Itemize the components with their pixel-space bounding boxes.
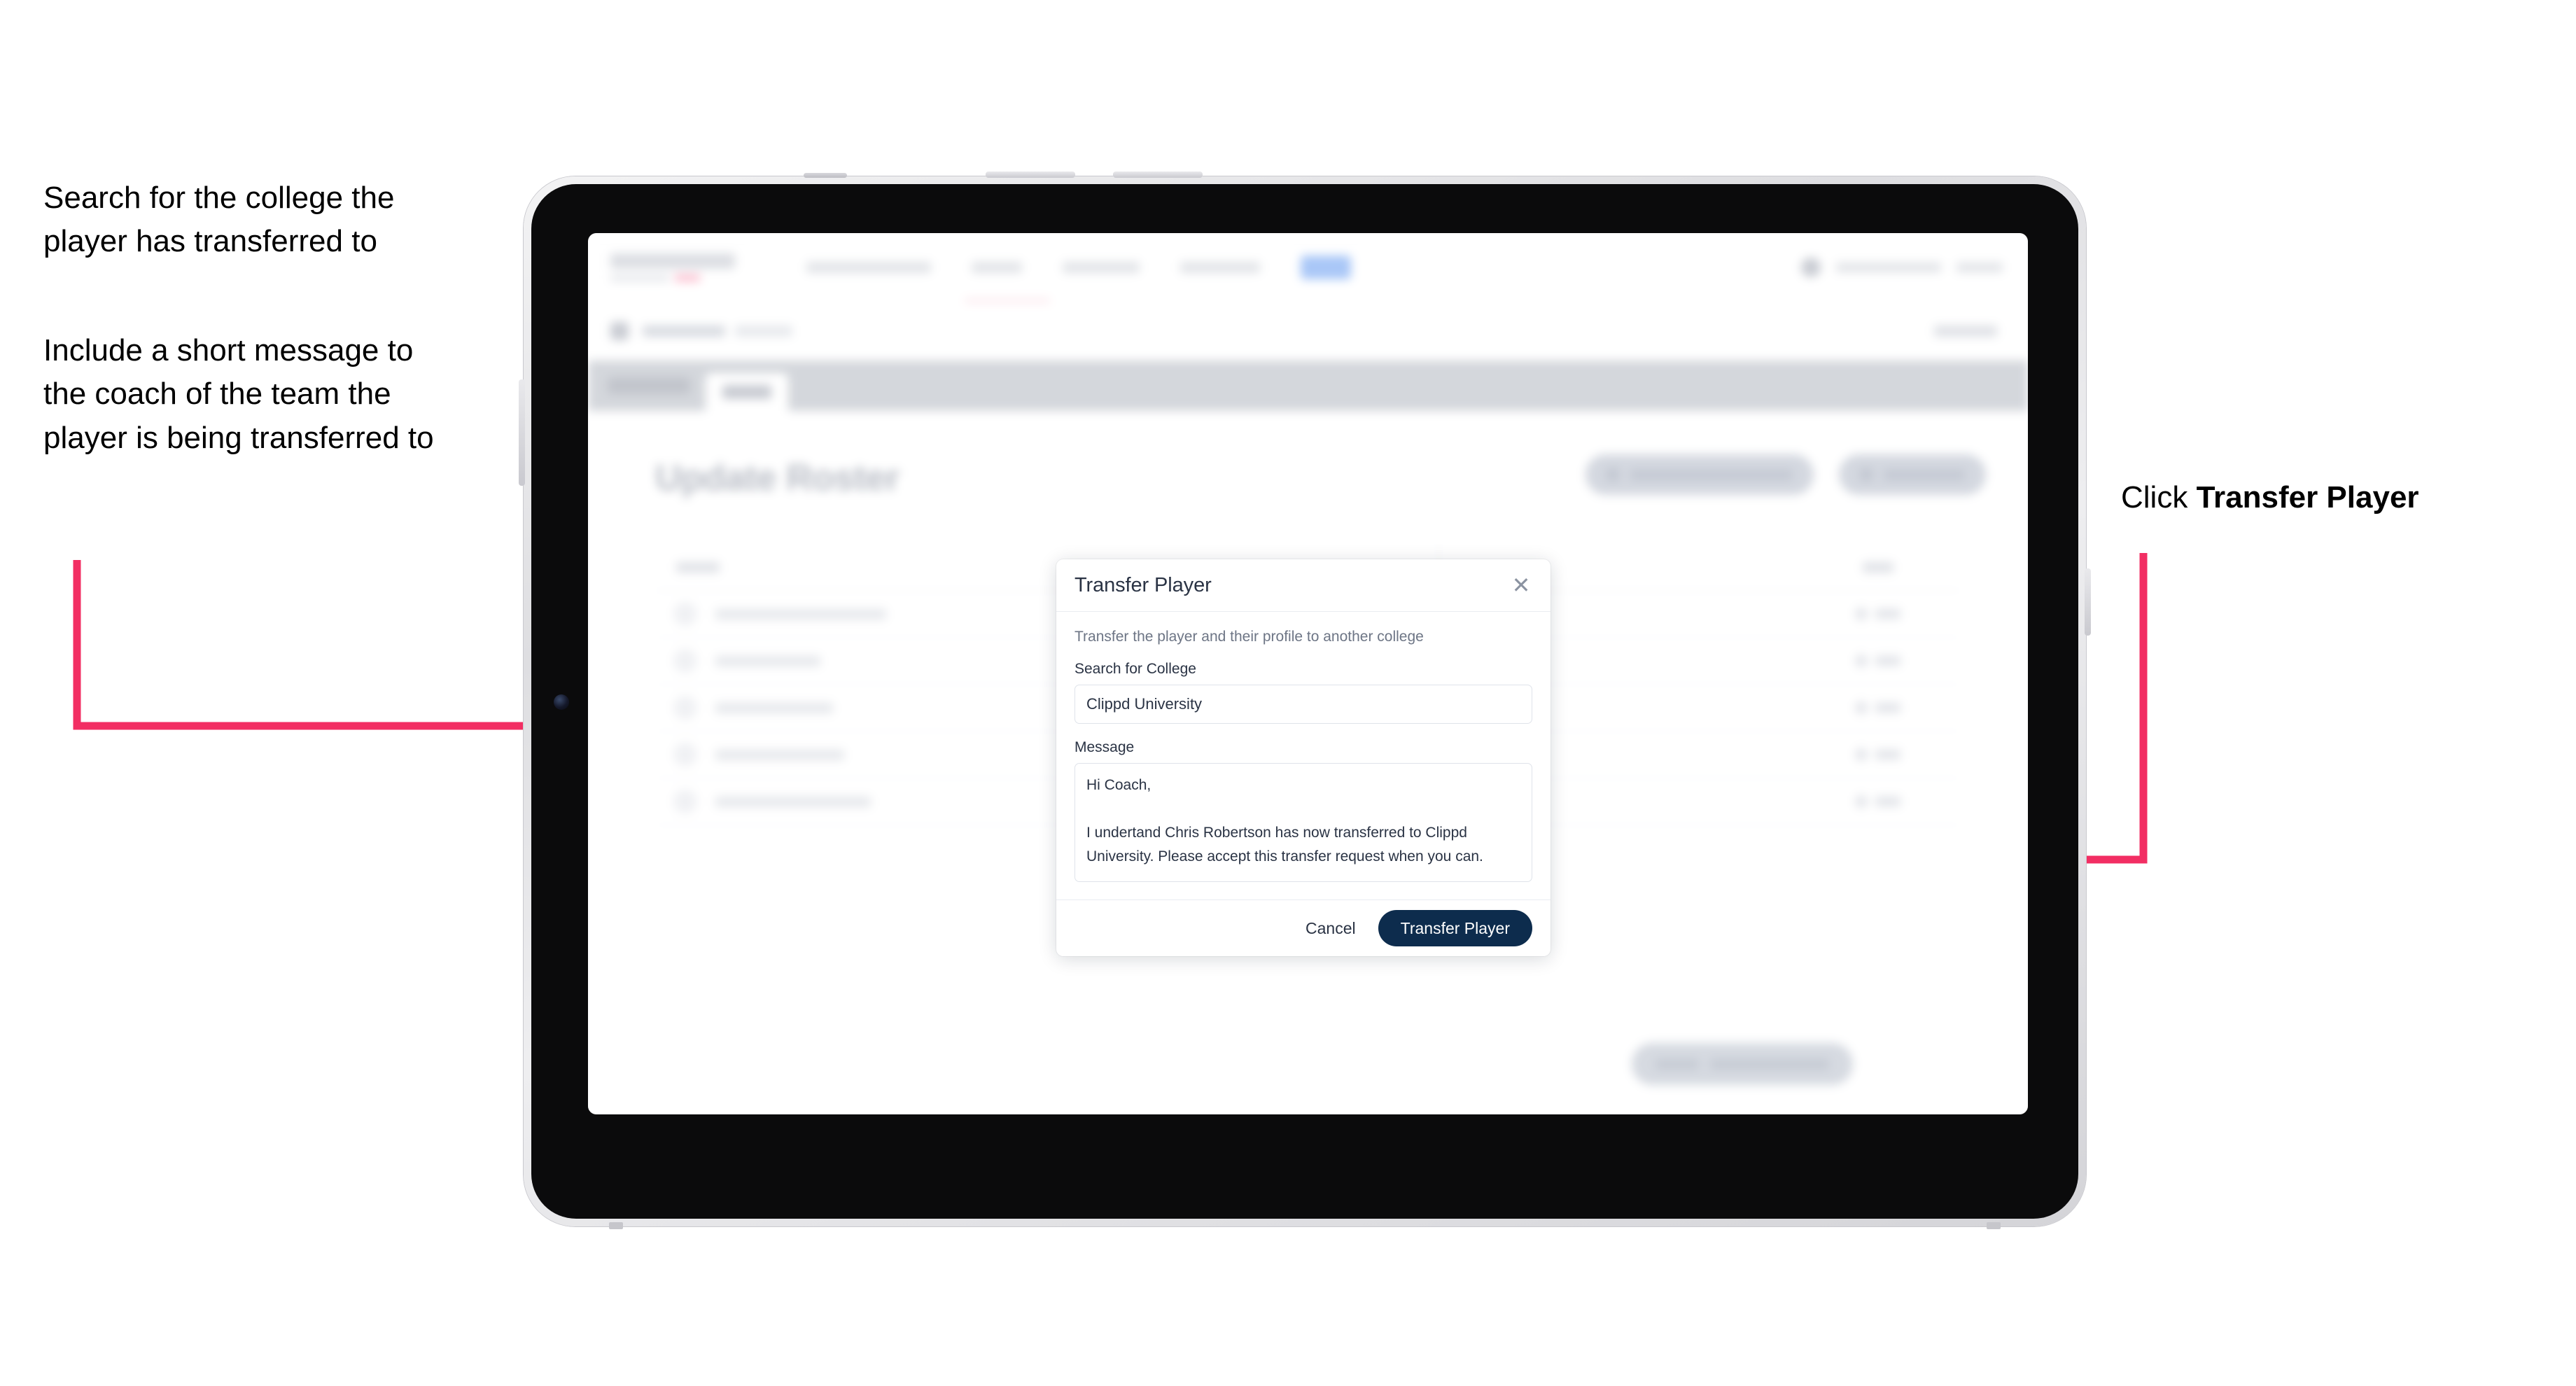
transfer-player-button[interactable]: Transfer Player — [1378, 910, 1532, 946]
cancel-button[interactable]: Cancel — [1301, 913, 1360, 944]
close-icon[interactable]: ✕ — [1508, 574, 1534, 596]
dialog-title: Transfer Player — [1074, 573, 1212, 596]
message-textarea[interactable]: Hi Coach, I undertand Chris Robertson ha… — [1074, 763, 1532, 882]
tablet-screen: Update Roster Transfer Player ✕ Transfer… — [588, 233, 2028, 1114]
message-label: Message — [1074, 739, 1135, 755]
annotation-click-prefix: Click — [2121, 480, 2197, 514]
annotation-click-bold: Transfer Player — [2196, 480, 2419, 514]
annotation-include-message: Include a short message to the coach of … — [43, 333, 434, 455]
dialog-subtitle: Transfer the player and their profile to… — [1074, 629, 1424, 645]
annotation-search-college: Search for the college the player has tr… — [43, 181, 395, 259]
tablet-volume-down-button[interactable] — [1113, 172, 1203, 178]
modal-layer: Transfer Player ✕ Transfer the player an… — [588, 233, 2028, 1114]
tablet-top-sensor — [804, 173, 847, 178]
search-college-label: Search for College — [1074, 661, 1196, 677]
search-college-input[interactable] — [1074, 685, 1532, 724]
camera-icon — [554, 694, 569, 710]
dialog-body: Transfer the player and their profile to… — [1056, 612, 1550, 899]
tablet-side-connector — [2085, 568, 2091, 636]
tablet-bezel: Update Roster Transfer Player ✕ Transfer… — [531, 184, 2078, 1219]
tablet-power-button[interactable] — [519, 379, 525, 486]
tablet-device: Update Roster Transfer Player ✕ Transfer… — [519, 172, 2091, 1229]
tablet-foot-left — [609, 1222, 623, 1229]
tablet-volume-up-button[interactable] — [986, 172, 1075, 178]
tablet-foot-right — [1987, 1222, 2001, 1229]
transfer-player-dialog: Transfer Player ✕ Transfer the player an… — [1056, 559, 1550, 956]
dialog-footer: Cancel Transfer Player — [1056, 899, 1550, 956]
annotation-click-transfer: Click Transfer Player — [2121, 476, 2569, 519]
dialog-header: Transfer Player ✕ — [1056, 559, 1550, 612]
